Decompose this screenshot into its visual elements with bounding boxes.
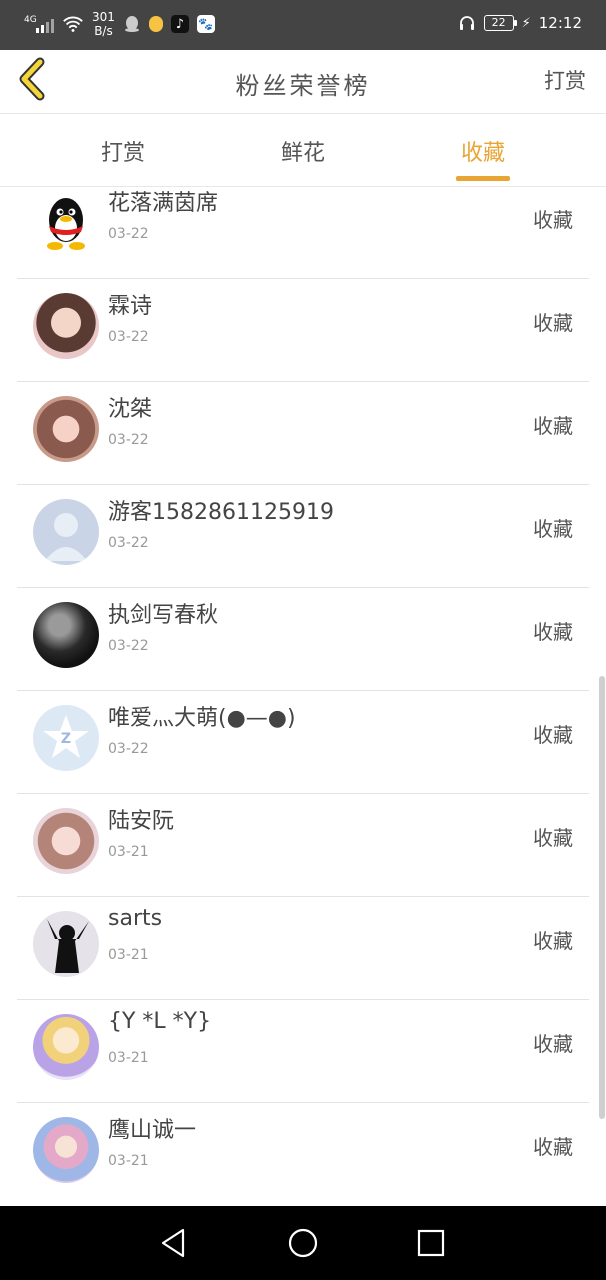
fan-name: 霖诗: [108, 294, 153, 319]
app-notification-icon: [148, 16, 163, 32]
list-item[interactable]: 执剑写春秋 03-22 收藏: [17, 588, 589, 691]
fan-date: 03-22: [108, 226, 149, 242]
fan-name: 鹰山诚一: [108, 1118, 197, 1143]
action-label: 收藏: [533, 826, 573, 850]
tab-flowers[interactable]: 鲜花: [243, 135, 363, 167]
fan-name: 陆安阮: [108, 809, 175, 834]
tab-tip[interactable]: 打赏: [63, 135, 183, 167]
headphones-icon: [459, 16, 474, 30]
fan-name: 唯爱灬大萌(●—●): [108, 706, 296, 731]
tiktok-icon: ♪: [170, 15, 189, 33]
list-item[interactable]: 游客1582861125919 03-22 收藏: [17, 485, 589, 588]
battery-icon: 22: [483, 15, 517, 31]
fan-date: 03-21: [108, 1153, 149, 1169]
scrollbar[interactable]: [599, 676, 605, 1119]
list-item[interactable]: 沈桀 03-22 收藏: [17, 382, 589, 485]
fan-date: 03-21: [108, 1050, 149, 1066]
fan-date: 03-22: [108, 741, 149, 757]
list-item[interactable]: 花落满茵席 03-22 收藏: [17, 188, 589, 279]
avatar: Z: [33, 705, 99, 771]
nav-back-icon[interactable]: [157, 1226, 191, 1260]
qq-notification-icon: [123, 15, 141, 33]
list-item[interactable]: 霖诗 03-22 收藏: [17, 279, 589, 382]
avatar: [33, 396, 99, 462]
action-label: 收藏: [533, 620, 573, 644]
fan-name: sarts: [108, 906, 163, 931]
fan-name: 沈桀: [108, 397, 153, 422]
network-speed: 301 B/s: [92, 10, 115, 38]
list-item[interactable]: 陆安阮 03-21 收藏: [17, 794, 589, 897]
tab-bar: 打赏 鲜花 收藏: [0, 115, 606, 187]
page-title: 粉丝荣誉榜: [235, 72, 371, 100]
action-label: 收藏: [533, 1135, 573, 1159]
status-bar: 4G 301 B/s ♪ 🐾 22 ⚡ 12:12: [0, 0, 606, 50]
fan-date: 03-22: [108, 535, 149, 551]
list-item[interactable]: sarts 03-21 收藏: [17, 897, 589, 1000]
svg-text:Z: Z: [61, 731, 71, 747]
avatar: [33, 293, 99, 359]
list-item[interactable]: {Y *L *Y} 03-21 收藏: [17, 1000, 589, 1103]
fan-date: 03-22: [108, 638, 149, 654]
tab-favorites[interactable]: 收藏: [423, 135, 543, 167]
avatar: [33, 190, 99, 256]
system-nav-bar: [0, 1206, 606, 1280]
action-label: 收藏: [533, 1032, 573, 1056]
action-label: 收藏: [533, 723, 573, 747]
fan-name: 游客1582861125919: [108, 500, 334, 525]
tip-button[interactable]: 打赏: [544, 65, 586, 95]
fan-date: 03-22: [108, 432, 149, 448]
fan-list: 花落满茵席 03-22 收藏 霖诗 03-22 收藏 沈桀 03-22 收藏 游…: [0, 188, 606, 1205]
nav-home-icon[interactable]: [286, 1226, 320, 1260]
list-item[interactable]: 鹰山诚一 03-21 收藏: [17, 1103, 589, 1205]
cellular-signal-icon: 4G: [24, 13, 54, 35]
app-header: 粉丝荣誉榜 打赏: [0, 50, 606, 114]
fan-date: 03-22: [108, 329, 149, 345]
baidu-icon: 🐾: [196, 15, 215, 33]
clock: 12:12: [538, 14, 582, 32]
avatar: [33, 1117, 99, 1183]
avatar: [33, 602, 99, 668]
charging-icon: ⚡: [521, 15, 531, 31]
avatar: [33, 499, 99, 565]
wifi-icon: [63, 16, 83, 32]
fan-name: 花落满茵席: [108, 191, 219, 216]
fan-date: 03-21: [108, 844, 149, 860]
action-label: 收藏: [533, 208, 573, 232]
action-label: 收藏: [533, 517, 573, 541]
action-label: 收藏: [533, 311, 573, 335]
fan-name: {Y *L *Y}: [108, 1009, 212, 1034]
avatar: [33, 1014, 99, 1080]
avatar: [33, 911, 99, 977]
avatar: [33, 808, 99, 874]
action-label: 收藏: [533, 929, 573, 953]
nav-recents-icon[interactable]: [414, 1226, 448, 1260]
active-tab-indicator: [456, 176, 510, 181]
fan-name: 执剑写春秋: [108, 603, 219, 628]
action-label: 收藏: [533, 414, 573, 438]
fan-date: 03-21: [108, 947, 149, 963]
list-item[interactable]: Z 唯爱灬大萌(●—●) 03-22 收藏: [17, 691, 589, 794]
